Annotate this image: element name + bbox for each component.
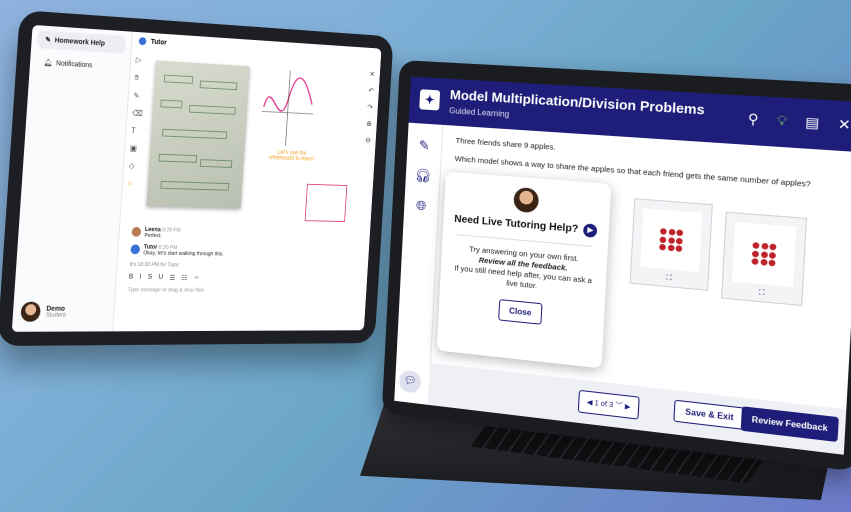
message-text: Okay, let's start walking through this.	[143, 250, 224, 258]
page-indicator: 1 of 3	[594, 399, 614, 410]
tools-icon[interactable]: ⚲	[747, 111, 759, 129]
laptop-screen: ✦ Model Multiplication/Division Problems…	[394, 76, 851, 455]
question-context: Three friends share 9 apples.	[455, 135, 556, 152]
chevron-down-icon: ﹀	[615, 402, 623, 411]
laptop-device: ✦ Model Multiplication/Division Problems…	[360, 40, 851, 500]
underline-button[interactable]: U	[158, 274, 163, 282]
message-input[interactable]: Type message or drag & drop files	[128, 287, 358, 294]
numbered-list-button[interactable]: ☷	[181, 274, 187, 282]
headphones-icon[interactable]: 🎧︎	[406, 167, 441, 186]
avatar	[130, 244, 141, 255]
pointer-icon[interactable]: ▷	[136, 55, 147, 64]
strike-button[interactable]: S	[148, 274, 153, 282]
expand-icon[interactable]: ⛶	[631, 271, 708, 286]
whiteboard-note: Let's use the whiteboard to learn!	[268, 149, 315, 163]
format-toolbar: B I S U ☰ ☷ ⇔	[129, 274, 360, 284]
header-title: Tutor	[150, 38, 167, 47]
message-time: 8:29 PM	[161, 227, 181, 234]
avatar	[20, 301, 42, 322]
app-logo-icon: ✦	[419, 89, 441, 111]
lesson-subtitle: Guided Learning	[448, 106, 510, 119]
answer-option[interactable]: ⛶	[721, 211, 808, 307]
answer-option[interactable]: ⛶	[629, 198, 713, 291]
chat-panel: Leena 8:29 PM Perfect. Tutor 8:30 PM Oka…	[128, 226, 362, 294]
timezone-note: It's 10:30 PM for Tutor	[129, 261, 180, 269]
user-role: Student	[45, 312, 66, 319]
live-tutoring-modal: Need Live Tutoring Help? ▶ Try answering…	[436, 171, 612, 369]
glossary-icon[interactable]: ▤	[805, 114, 820, 132]
eraser-icon[interactable]: ⌫	[132, 109, 143, 118]
pencil-icon[interactable]: ✎	[407, 137, 442, 155]
bullet-list-button[interactable]: ☰	[169, 274, 175, 282]
sidebar-item-notifications[interactable]: 🔔︎ Notifications	[35, 53, 124, 76]
page-selector[interactable]: ◀ 1 of 3 ﹀ ▶	[577, 389, 640, 420]
sidebar-item-label: Homework Help	[54, 36, 106, 48]
link-button[interactable]: ⇔	[193, 274, 200, 282]
next-icon[interactable]: ▶	[625, 403, 631, 411]
text-icon[interactable]: T	[131, 126, 142, 135]
tutor-avatar-icon	[138, 37, 147, 46]
avatar	[131, 226, 142, 237]
homework-photo[interactable]	[146, 60, 250, 209]
bold-button[interactable]: B	[129, 274, 134, 282]
drawn-rectangle	[304, 183, 348, 223]
tablet-main: Tutor ▷ ✋︎ ✎ ⌫ T ▣ ◇ ○ ✕ ↶ ↷ ⊕ ⊖ Let's u…	[112, 32, 381, 332]
close-button[interactable]: Close	[498, 298, 543, 325]
image-icon[interactable]: ▣	[130, 144, 141, 153]
modal-title: Need Live Tutoring Help?	[454, 213, 579, 236]
circle-icon[interactable]: ○	[127, 179, 138, 188]
chat-message: Leena 8:29 PM Perfect.	[131, 226, 361, 243]
header-toolbar: ⚲ 💡︎ ▤ ✕	[747, 111, 851, 134]
sidebar-item-label: Notifications	[55, 59, 93, 69]
tutor-avatar	[513, 186, 540, 214]
pen-icon[interactable]: ✎	[133, 91, 144, 100]
globe-icon[interactable]: 🌐︎	[404, 197, 439, 216]
bell-icon: 🔔︎	[43, 59, 53, 68]
function-graph	[260, 69, 316, 147]
close-icon[interactable]: ✕	[837, 116, 851, 134]
italic-button[interactable]: I	[139, 274, 141, 282]
expand-icon[interactable]: ⛶	[722, 286, 801, 302]
apple-group	[659, 228, 684, 253]
user-profile[interactable]: Demo Student	[20, 301, 66, 322]
message-text: Perfect.	[144, 232, 162, 240]
shape-icon[interactable]: ◇	[128, 161, 139, 170]
tablet-device: ✎ Homework Help 🔔︎ Notifications Demo St…	[0, 10, 394, 346]
chat-message: Tutor 8:30 PM Okay, let's start walking …	[130, 244, 361, 259]
hand-icon[interactable]: ✋︎	[134, 73, 145, 83]
tablet-screen: ✎ Homework Help 🔔︎ Notifications Demo St…	[11, 24, 382, 332]
prev-icon[interactable]: ◀	[587, 399, 593, 407]
user-name: Demo	[46, 305, 66, 313]
play-icon[interactable]: ▶	[583, 223, 598, 238]
apple-group	[751, 242, 777, 267]
save-exit-button[interactable]: Save & Exit	[673, 399, 746, 430]
chat-icon: ✎	[44, 36, 52, 45]
sidebar-item-homework-help[interactable]: ✎ Homework Help	[36, 30, 127, 54]
laptop-lid: ✦ Model Multiplication/Division Problems…	[381, 60, 851, 472]
review-feedback-button[interactable]: Review Feedback	[740, 406, 839, 443]
whiteboard-toolbar: ▷ ✋︎ ✎ ⌫ T ▣ ◇ ○	[127, 55, 146, 188]
modal-body: Try answering on your own first. Review …	[440, 242, 607, 299]
hint-bulb-icon[interactable]: 💡︎	[776, 112, 787, 130]
